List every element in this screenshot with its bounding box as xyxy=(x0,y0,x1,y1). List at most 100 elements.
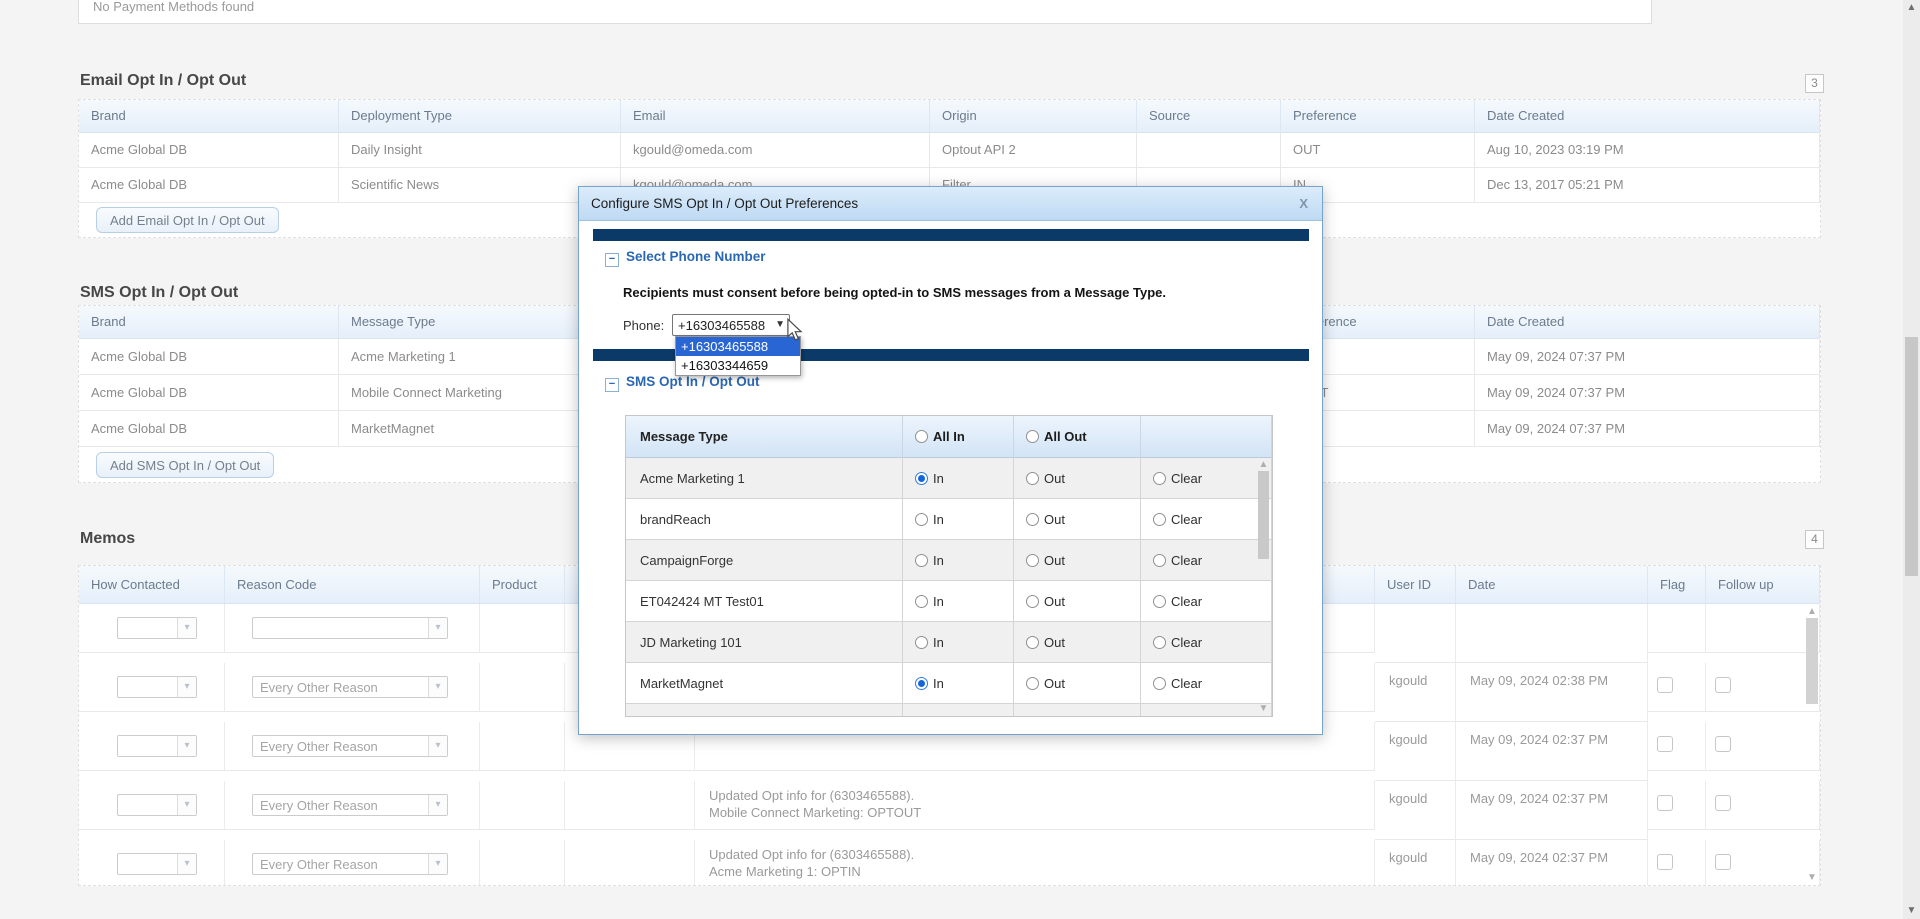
in-option[interactable]: In xyxy=(903,581,1014,622)
cell-user-id: kgould xyxy=(1375,663,1456,722)
add-sms-optin-button[interactable]: Add SMS Opt In / Opt Out xyxy=(96,452,274,478)
page-scrollbar[interactable]: ▲ ▼ xyxy=(1903,0,1920,919)
how-contacted-select[interactable]: ▾ xyxy=(117,794,197,816)
scrollbar-thumb[interactable] xyxy=(1258,471,1269,559)
flag-checkbox[interactable] xyxy=(1657,795,1673,811)
flag-checkbox[interactable] xyxy=(1657,677,1673,693)
reason-code-select[interactable]: Every Other Reason▾ xyxy=(252,676,448,698)
out-radio[interactable] xyxy=(1026,513,1039,526)
sms-optinout-heading[interactable]: −SMS Opt In / Opt Out xyxy=(605,374,759,392)
clear-option[interactable]: Clear xyxy=(1141,663,1272,704)
cell-user-id: kgould xyxy=(1375,781,1456,840)
clear-radio[interactable] xyxy=(1153,513,1166,526)
scrollbar-thumb[interactable] xyxy=(1905,337,1918,576)
in-radio[interactable] xyxy=(915,677,928,690)
follow-up-checkbox[interactable] xyxy=(1715,677,1731,693)
in-option[interactable]: In xyxy=(903,458,1014,499)
col-all-out[interactable]: All Out xyxy=(1014,416,1141,458)
select-phone-heading[interactable]: −Select Phone Number xyxy=(605,249,766,267)
in-radio[interactable] xyxy=(915,636,928,649)
cell-brand: Acme Global DB xyxy=(79,339,339,375)
clear-radio[interactable] xyxy=(1153,636,1166,649)
message-type-name: CampaignForge xyxy=(626,540,903,581)
close-icon[interactable]: X xyxy=(1299,187,1308,220)
out-option[interactable]: Out xyxy=(1014,663,1141,704)
in-radio[interactable] xyxy=(915,554,928,567)
message-type-name: Mobile Connect Marketing xyxy=(626,704,903,717)
triangle-up-icon[interactable]: ▲ xyxy=(1903,2,1920,14)
memos-col-how-contacted: How Contacted xyxy=(79,566,225,604)
clear-radio[interactable] xyxy=(1153,595,1166,608)
add-email-optin-button[interactable]: Add Email Opt In / Opt Out xyxy=(96,207,279,233)
clear-option[interactable]: Clear xyxy=(1141,458,1272,499)
modal-title: Configure SMS Opt In / Opt Out Preferenc… xyxy=(591,196,858,211)
clear-radio[interactable] xyxy=(1153,677,1166,690)
email-col-origin: Origin xyxy=(930,100,1137,133)
collapse-minus-icon[interactable]: − xyxy=(605,378,619,392)
follow-up-checkbox[interactable] xyxy=(1715,736,1731,752)
follow-up-checkbox[interactable] xyxy=(1715,854,1731,870)
flag-checkbox[interactable] xyxy=(1657,736,1673,752)
how-contacted-select[interactable]: ▾ xyxy=(117,617,197,639)
in-option[interactable]: In xyxy=(903,540,1014,581)
cell-origin: Optout API 2 xyxy=(930,133,1137,168)
out-option[interactable]: Out xyxy=(1014,540,1141,581)
message-type-name: brandReach xyxy=(626,499,903,540)
message-type-scrollbar[interactable]: ▲ ▼ xyxy=(1257,459,1270,715)
clear-radio[interactable] xyxy=(1153,554,1166,567)
scrollbar-thumb[interactable] xyxy=(1806,618,1818,704)
all-out-radio[interactable] xyxy=(1026,430,1039,443)
how-contacted-select[interactable]: ▾ xyxy=(117,676,197,698)
in-option[interactable]: In xyxy=(903,622,1014,663)
chevron-down-icon: ▾ xyxy=(428,677,447,697)
in-option[interactable]: In xyxy=(903,704,1014,717)
phone-option[interactable]: +16303344659 xyxy=(676,356,800,375)
follow-up-checkbox[interactable] xyxy=(1715,795,1731,811)
clear-option[interactable]: Clear xyxy=(1141,499,1272,540)
clear-radio[interactable] xyxy=(1153,472,1166,485)
clear-option[interactable]: Clear xyxy=(1141,704,1272,717)
clear-option[interactable]: Clear xyxy=(1141,581,1272,622)
out-option[interactable]: Out xyxy=(1014,581,1141,622)
in-option[interactable]: In xyxy=(903,499,1014,540)
memos-scrollbar[interactable]: ▲ ▼ xyxy=(1805,606,1819,884)
triangle-up-icon[interactable]: ▲ xyxy=(1805,606,1819,618)
clear-option[interactable]: Clear xyxy=(1141,540,1272,581)
reason-code-select[interactable]: Every Other Reason▾ xyxy=(252,794,448,816)
out-radio[interactable] xyxy=(1026,595,1039,608)
triangle-down-icon[interactable]: ▼ xyxy=(1805,872,1819,884)
in-option[interactable]: In xyxy=(903,663,1014,704)
cell-product xyxy=(480,840,565,886)
out-option[interactable]: Out xyxy=(1014,499,1141,540)
cell-date-created: May 09, 2024 07:37 PM xyxy=(1475,339,1820,375)
message-type-name: MarketMagnet xyxy=(626,663,903,704)
triangle-down-icon[interactable]: ▼ xyxy=(1903,905,1920,917)
phone-option[interactable]: +16303465588 xyxy=(676,337,800,356)
out-option[interactable]: Out xyxy=(1014,704,1141,717)
phone-select[interactable]: +16303465588 ▼ xyxy=(672,314,790,336)
how-contacted-select[interactable]: ▾ xyxy=(117,853,197,875)
in-radio[interactable] xyxy=(915,595,928,608)
out-option[interactable]: Out xyxy=(1014,622,1141,663)
modal-title-bar[interactable]: Configure SMS Opt In / Opt Out Preferenc… xyxy=(579,187,1322,221)
in-radio[interactable] xyxy=(915,513,928,526)
triangle-up-icon[interactable]: ▲ xyxy=(1257,459,1270,471)
out-radio[interactable] xyxy=(1026,472,1039,485)
out-option[interactable]: Out xyxy=(1014,458,1141,499)
out-radio[interactable] xyxy=(1026,677,1039,690)
triangle-down-icon[interactable]: ▼ xyxy=(1257,703,1270,715)
clear-option[interactable]: Clear xyxy=(1141,622,1272,663)
out-radio[interactable] xyxy=(1026,554,1039,567)
reason-code-select[interactable]: ▾ xyxy=(252,617,448,639)
cell-follow-up xyxy=(1706,604,1820,653)
collapse-minus-icon[interactable]: − xyxy=(605,253,619,267)
out-radio[interactable] xyxy=(1026,636,1039,649)
reason-code-select[interactable]: Every Other Reason▾ xyxy=(252,735,448,757)
in-radio[interactable] xyxy=(915,472,928,485)
how-contacted-select[interactable]: ▾ xyxy=(117,735,197,757)
flag-checkbox[interactable] xyxy=(1657,854,1673,870)
reason-code-select[interactable]: Every Other Reason▾ xyxy=(252,853,448,875)
col-all-in[interactable]: All In xyxy=(903,416,1014,458)
email-col-source: Source xyxy=(1137,100,1281,133)
all-in-radio[interactable] xyxy=(915,430,928,443)
